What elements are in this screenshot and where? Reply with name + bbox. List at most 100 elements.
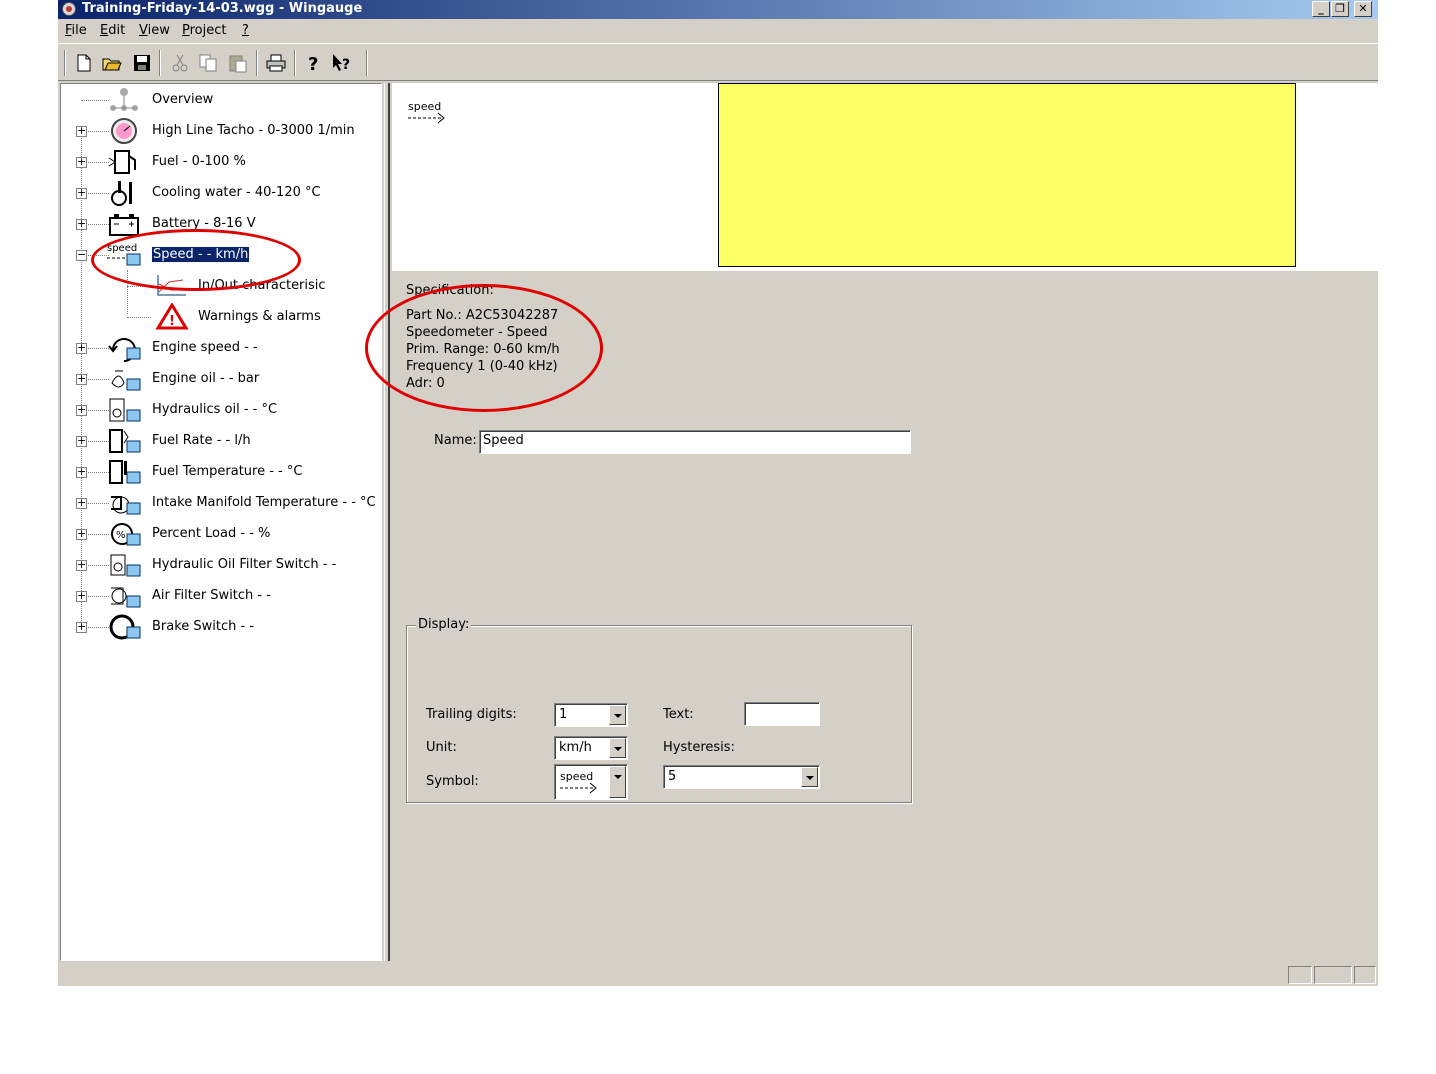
save-icon[interactable] <box>132 53 152 73</box>
tree-item-label[interactable]: Fuel - 0-100 % <box>152 154 246 169</box>
status-pane <box>1314 966 1352 984</box>
tree-item-label[interactable]: Air Filter Switch - - <box>152 588 271 603</box>
chevron-down-icon[interactable] <box>609 738 626 758</box>
open-icon[interactable] <box>102 53 122 73</box>
toolbar-separator <box>159 50 161 76</box>
tree-item-label[interactable]: Cooling water - 40-120 °C <box>152 185 321 200</box>
tree-item[interactable]: + Hydraulic Oil Filter Switch - - <box>61 553 381 577</box>
panel-splitter[interactable] <box>384 83 390 961</box>
expand-icon[interactable]: + <box>76 590 87 602</box>
spec-type: Speedometer - Speed <box>406 325 548 340</box>
expand-icon[interactable]: + <box>76 125 87 137</box>
tree-item[interactable]: Overview <box>61 88 381 112</box>
help-icon[interactable]: ? <box>304 53 324 73</box>
menu-view[interactable]: View <box>139 23 170 38</box>
tree-item-label[interactable]: Overview <box>152 92 213 107</box>
tree-item-label[interactable]: Intake Manifold Temperature - - °C <box>152 495 376 510</box>
tree-item[interactable]: + Cooling water - 40-120 °C <box>61 181 381 206</box>
expand-icon[interactable]: + <box>76 621 87 633</box>
fuel-rate-icon <box>109 429 141 453</box>
tree-connector <box>127 286 151 287</box>
menu-project[interactable]: Project <box>182 23 227 38</box>
collapse-icon[interactable]: − <box>76 249 87 261</box>
spec-address: Adr: 0 <box>406 376 445 391</box>
fuel-temp-icon <box>109 460 141 484</box>
tree-item-label[interactable]: Hydraulic Oil Filter Switch - - <box>152 557 336 572</box>
menu-file[interactable]: File <box>65 23 87 38</box>
tree-item[interactable]: − speed Speed - - km/h <box>61 243 381 267</box>
tree-item-label[interactable]: Fuel Temperature - - °C <box>152 464 302 479</box>
close-button[interactable]: ✕ <box>1354 1 1372 17</box>
expand-icon[interactable]: + <box>76 404 87 416</box>
trailing-digits-select[interactable]: 1 <box>554 703 628 727</box>
menu-edit[interactable]: Edit <box>100 23 125 38</box>
tree-item[interactable]: + Battery - 8-16 V <box>61 212 381 236</box>
tree-item[interactable]: +% Percent Load - - % <box>61 522 381 546</box>
tree-item-label[interactable]: Brake Switch - - <box>152 619 254 634</box>
tree-item-label[interactable]: Engine speed - - <box>152 340 258 355</box>
project-tree[interactable]: Overview + High Line Tacho - 0-3000 1/min +… <box>60 83 382 961</box>
tree-item-label[interactable]: Hydraulics oil - - °C <box>152 402 277 417</box>
tree-item-label[interactable]: High Line Tacho - 0-3000 1/min <box>152 123 355 138</box>
hysteresis-value: 5 <box>668 769 677 784</box>
tree-item[interactable]: ! Warnings & alarms <box>61 303 381 330</box>
oil-filter-icon <box>110 554 141 577</box>
expand-icon[interactable]: + <box>76 559 87 571</box>
toolbar-separator <box>294 50 296 76</box>
expand-icon[interactable]: + <box>76 435 87 447</box>
tree-item[interactable]: + Fuel Temperature - - °C <box>61 460 381 484</box>
unit-select[interactable]: km/h <box>554 736 628 760</box>
size-grip[interactable] <box>1354 966 1376 984</box>
symbol-select[interactable]: speed <box>554 764 628 800</box>
paste-icon[interactable] <box>228 53 248 73</box>
expand-icon[interactable]: + <box>76 528 87 540</box>
tree-item[interactable]: + Air Filter Switch - - <box>61 584 381 608</box>
tree-item[interactable]: + Engine oil - - bar <box>61 367 381 391</box>
app-icon[interactable] <box>62 2 76 16</box>
expand-icon[interactable]: + <box>76 156 87 168</box>
expand-icon[interactable]: + <box>76 466 87 478</box>
text-input[interactable] <box>744 702 820 726</box>
new-icon[interactable] <box>74 53 94 73</box>
chevron-down-icon[interactable] <box>609 705 626 725</box>
chevron-down-icon[interactable] <box>801 767 818 787</box>
tree-item-label[interactable]: Speed - - km/h <box>150 246 251 263</box>
unit-value: km/h <box>559 740 592 755</box>
chevron-down-icon[interactable] <box>609 766 626 798</box>
tree-item[interactable]: + Fuel Rate - - l/h <box>61 429 381 453</box>
name-label: Name: <box>434 433 477 448</box>
expand-icon[interactable]: + <box>76 497 87 509</box>
tree-item-label[interactable]: Battery - 8-16 V <box>152 216 256 231</box>
minimize-button[interactable]: _ <box>1312 1 1330 17</box>
expand-icon[interactable]: + <box>76 218 87 230</box>
tree-item[interactable]: + Engine speed - - <box>61 336 381 362</box>
tree-connector <box>81 100 109 101</box>
tree-item[interactable]: + Brake Switch - - <box>61 614 381 640</box>
tree-item-label[interactable]: Fuel Rate - - l/h <box>152 433 251 448</box>
restore-button[interactable]: ❐ <box>1331 1 1349 17</box>
tree-item-label[interactable]: Percent Load - - % <box>152 526 270 541</box>
title-bar[interactable]: Training-Friday-14-03.wgg - Wingauge _ ❐… <box>58 0 1378 19</box>
hysteresis-select[interactable]: 5 <box>663 765 820 789</box>
thermometer-icon <box>111 181 132 206</box>
tree-item[interactable]: + High Line Tacho - 0-3000 1/min <box>61 118 381 144</box>
name-input[interactable]: Speed <box>479 430 911 454</box>
cut-icon[interactable] <box>170 53 190 73</box>
status-pane <box>1288 966 1312 984</box>
print-icon[interactable] <box>266 53 286 73</box>
menu-help[interactable]: ? <box>242 23 249 38</box>
tree-item[interactable]: + Fuel - 0-100 % <box>61 150 381 174</box>
tree-item[interactable]: + Intake Manifold Temperature - - °C <box>61 491 381 515</box>
symbol-label: Symbol: <box>426 774 479 789</box>
context-help-icon[interactable]: ? <box>332 53 352 73</box>
expand-icon[interactable]: + <box>76 342 87 354</box>
spec-part-no: Part No.: A2C53042287 <box>406 308 559 323</box>
copy-icon[interactable] <box>198 53 218 73</box>
expand-icon[interactable]: + <box>76 373 87 385</box>
tree-item[interactable]: + Hydraulics oil - - °C <box>61 398 381 422</box>
tree-item[interactable]: In/Out characterisic <box>61 274 381 298</box>
tree-item-label[interactable]: Warnings & alarms <box>198 309 321 324</box>
tree-item-label[interactable]: Engine oil - - bar <box>152 371 259 386</box>
expand-icon[interactable]: + <box>76 187 87 199</box>
tree-item-label[interactable]: In/Out characterisic <box>198 278 326 293</box>
